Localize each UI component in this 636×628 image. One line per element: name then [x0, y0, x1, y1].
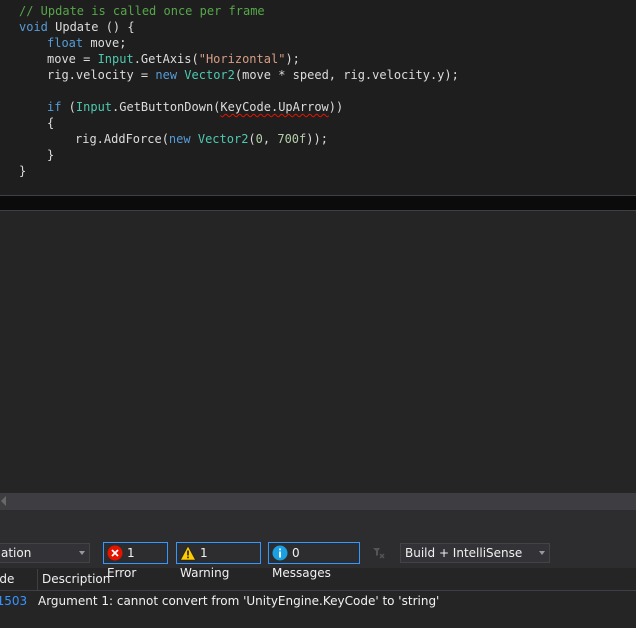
error-list-panel: ation 1 Error 1 Warning 0 Messages Build…	[0, 522, 636, 628]
panel-splitter[interactable]	[0, 510, 636, 522]
assign-move: move =	[47, 52, 98, 66]
type-input: Input	[97, 52, 134, 66]
scroll-left-arrow-icon[interactable]	[1, 496, 6, 506]
column-header-description[interactable]: Description	[42, 569, 110, 589]
info-circle-icon	[272, 545, 288, 560]
type-input: Input	[75, 100, 113, 114]
scope-dropdown[interactable]: ation	[0, 543, 90, 563]
method-signature: Update () {	[47, 20, 135, 34]
keyword-new: new	[168, 132, 191, 146]
code-line-float-decl: float move;	[47, 35, 126, 51]
keyword-if: if	[47, 100, 62, 114]
code-brace-open: {	[47, 116, 55, 130]
number-zero: 0	[255, 132, 263, 146]
keyword-void: void	[19, 20, 48, 34]
code-brace-close-outer: }	[19, 164, 27, 178]
errors-filter-button[interactable]: 1 Error	[103, 542, 168, 580]
warning-triangle-icon	[180, 544, 196, 560]
chevron-down-icon	[539, 551, 545, 555]
get-axis-call: .GetAxis(	[133, 52, 199, 66]
column-header-code[interactable]: ode	[0, 569, 38, 590]
build-intellisense-dropdown[interactable]: Build + IntelliSense	[400, 543, 550, 563]
code-comment-line: // Update is called once per frame	[19, 4, 265, 18]
code-line-add-force: rig.AddForce(new Vector2(0, 700f));	[75, 131, 328, 147]
error-list-header: ode Description	[0, 569, 636, 591]
get-button-down-call: .GetButtonDown(	[112, 100, 221, 114]
scope-value: ation	[1, 546, 32, 560]
horizontal-scrollbar[interactable]	[0, 493, 636, 510]
code-line-get-axis: move = Input.GetAxis("Horizontal");	[47, 51, 300, 67]
error-code-link[interactable]: S1503	[0, 591, 27, 611]
code-brace-close-inner: }	[47, 148, 55, 162]
type-vector2: Vector2	[184, 68, 235, 82]
warnings-filter-button[interactable]: 1 Warning	[176, 542, 261, 580]
error-list-toolbar: ation 1 Error 1 Warning 0 Messages Build…	[0, 522, 636, 580]
number-700f: 700f	[277, 132, 307, 146]
error-description: Argument 1: cannot convert from 'UnityEn…	[38, 594, 440, 608]
comma: ,	[262, 132, 278, 146]
empty-pane	[0, 211, 636, 493]
table-row[interactable]: S1503 Argument 1: cannot convert from 'U…	[0, 591, 636, 611]
paren-close: ))	[328, 100, 344, 114]
code-line-update-signature: void Update () {	[19, 19, 135, 35]
paren-open: (	[61, 100, 76, 114]
args-open: (	[248, 132, 256, 146]
code-line-if: if (Input.GetButtonDown(KeyCode.UpArrow)…	[47, 99, 343, 115]
pin-filter-icon[interactable]	[370, 545, 386, 561]
string-horizontal: "Horizontal"	[198, 52, 286, 66]
call-close: );	[285, 52, 300, 66]
assign-velocity: rig.velocity =	[47, 68, 156, 82]
error-squiggle-keycode[interactable]: KeyCode.UpArrow	[220, 100, 328, 114]
chevron-down-icon	[79, 551, 85, 555]
error-circle-icon	[107, 545, 123, 560]
add-force-call: rig.AddForce(	[75, 132, 169, 146]
code-editor[interactable]: // Update is called once per frame void …	[0, 0, 636, 195]
var-decl: move;	[83, 36, 127, 50]
messages-filter-button[interactable]: 0 Messages	[268, 542, 360, 580]
keyword-new: new	[155, 68, 178, 82]
vector2-args: (move * speed, rig.velocity.y);	[234, 68, 459, 82]
code-line-velocity: rig.velocity = new Vector2(move * speed,…	[47, 67, 459, 83]
args-close: ));	[306, 132, 328, 146]
editor-scroll-strip[interactable]	[0, 196, 636, 210]
keyword-float: float	[47, 36, 84, 50]
build-filter-value: Build + IntelliSense	[405, 546, 523, 560]
type-vector2: Vector2	[197, 132, 249, 146]
